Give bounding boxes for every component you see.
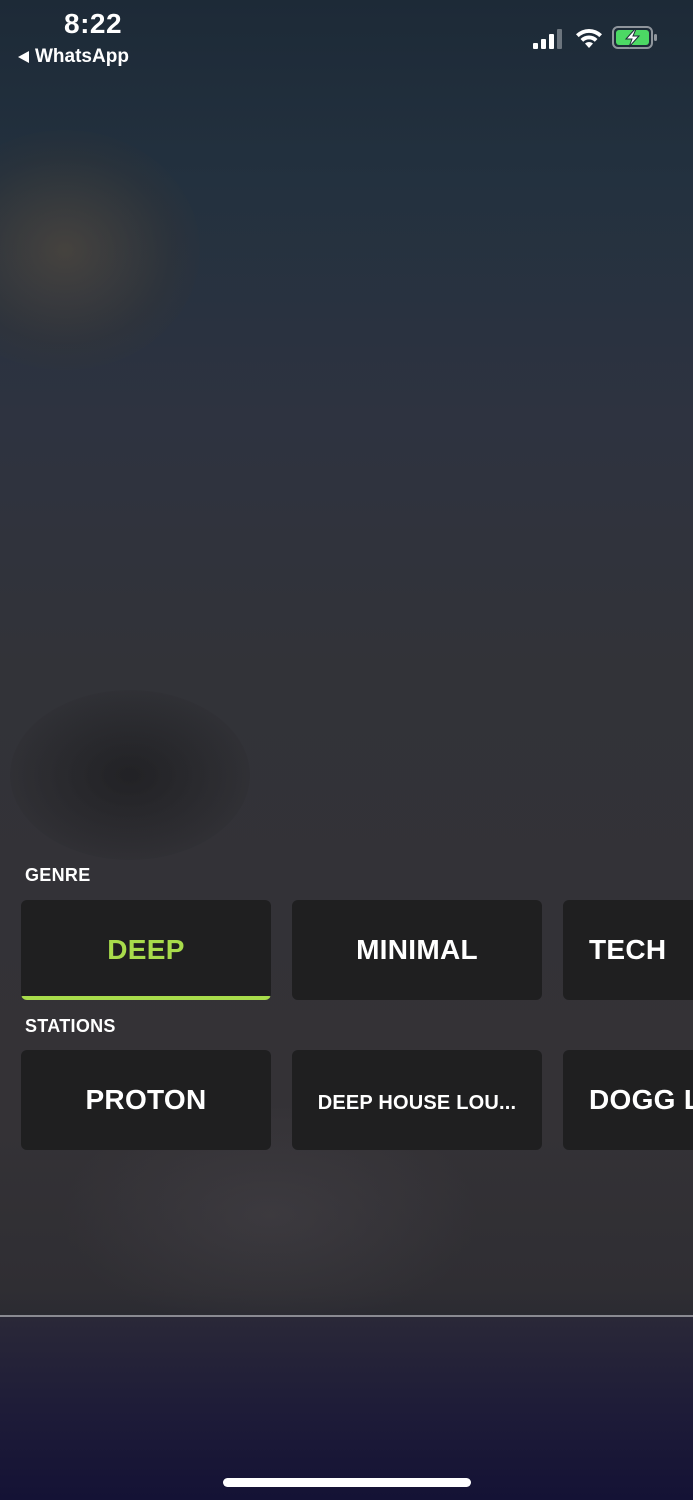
back-app-label: WhatsApp xyxy=(35,46,129,67)
genre-tile-tech[interactable]: TECH xyxy=(563,900,693,1000)
station-tile-proton[interactable]: PROTON xyxy=(21,1050,271,1150)
station-tile-label: DOGG LO xyxy=(589,1084,693,1115)
selected-indicator xyxy=(21,996,271,1000)
genre-tile-label: TECH xyxy=(589,934,667,965)
status-bar: 8:22 WhatsApp xyxy=(0,0,693,80)
cellular-signal-icon xyxy=(533,29,562,49)
station-tile-label: PROTON xyxy=(85,1084,207,1115)
back-caret-icon xyxy=(18,51,29,63)
mini-player-area[interactable] xyxy=(0,1317,693,1500)
stations-carousel[interactable]: PROTON DEEP HOUSE LOU... DOGG LO xyxy=(0,1050,693,1150)
genre-section-label: GENRE xyxy=(25,865,91,885)
background-blur-shape xyxy=(10,690,250,860)
station-tile-label: DEEP HOUSE LOU... xyxy=(317,1091,517,1114)
genre-tile-deep[interactable]: DEEP xyxy=(21,900,271,1000)
stations-section-label: STATIONS xyxy=(25,1016,116,1036)
genre-tile-label: MINIMAL xyxy=(356,934,478,965)
genre-tile-label: DEEP xyxy=(107,934,185,965)
home-indicator[interactable] xyxy=(223,1478,471,1487)
genre-carousel[interactable]: DEEP MINIMAL TECH xyxy=(0,900,693,1000)
station-tile-deep-house-lounge[interactable]: DEEP HOUSE LOU... xyxy=(292,1050,542,1150)
back-to-app-link[interactable]: WhatsApp xyxy=(18,46,129,68)
status-time: 8:22 xyxy=(64,8,123,39)
background-blur-shape xyxy=(0,130,200,370)
wifi-icon xyxy=(576,28,602,48)
battery-charging-icon xyxy=(612,26,657,49)
station-tile-dogg-lounge[interactable]: DOGG LO xyxy=(563,1050,693,1150)
genre-tile-minimal[interactable]: MINIMAL xyxy=(292,900,542,1000)
